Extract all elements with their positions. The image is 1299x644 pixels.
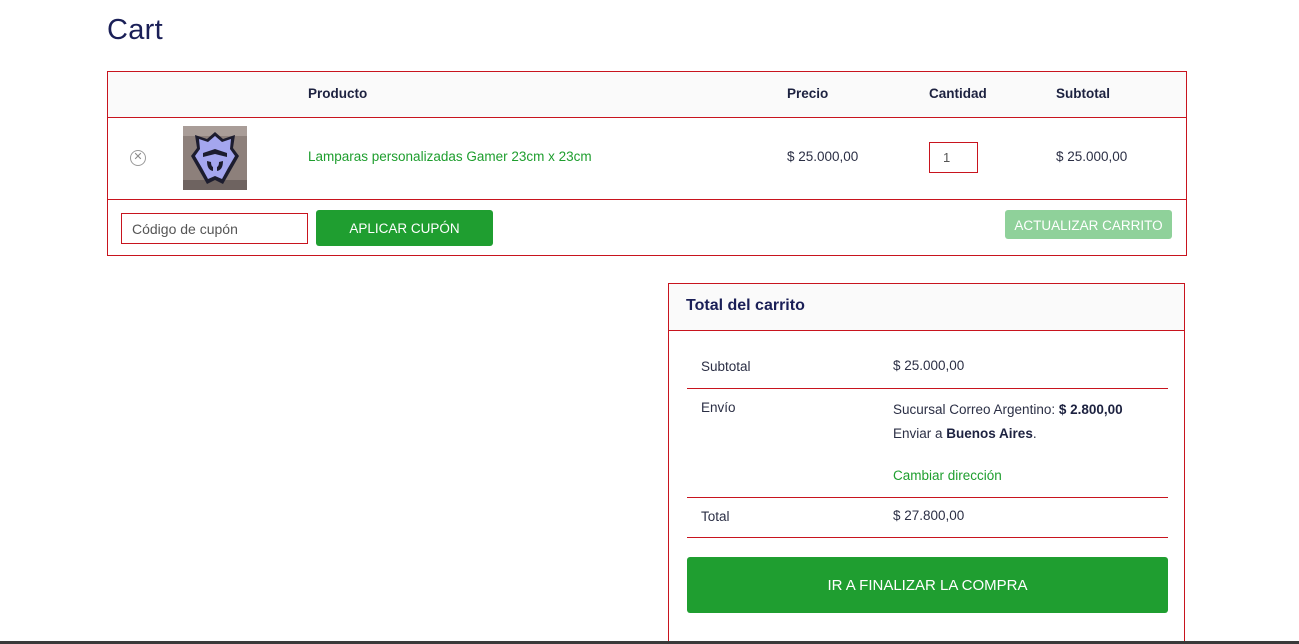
header-product: Producto [308, 86, 368, 101]
product-subtotal: $ 25.000,00 [1056, 149, 1128, 164]
cart-totals-title: Total del carrito [686, 297, 805, 314]
page-title: Cart [107, 14, 163, 46]
shipping-method: Sucursal Correo Argentino: [893, 402, 1056, 417]
apply-coupon-button[interactable]: APLICAR CUPÓN [316, 210, 493, 246]
cart-actions: APLICAR CUPÓN ACTUALIZAR CARRITO [108, 200, 1186, 255]
ship-to-place: Buenos Aires [946, 426, 1033, 441]
quantity-input[interactable] [929, 142, 978, 173]
cart-totals: Total del carrito Subtotal $ 25.000,00 E… [668, 283, 1185, 644]
subtotal-value: $ 25.000,00 [893, 358, 965, 373]
header-subtotal: Subtotal [1056, 86, 1110, 101]
totals-subtotal-row: Subtotal $ 25.000,00 [687, 347, 1168, 389]
total-value: $ 27.800,00 [893, 508, 965, 523]
close-circle-icon[interactable]: ✕ [130, 150, 146, 166]
totals-shipping-row: Envío Sucursal Correo Argentino: $ 2.800… [687, 389, 1168, 498]
total-label: Total [701, 509, 730, 524]
ship-to-suffix: . [1032, 426, 1037, 441]
product-thumbnail[interactable] [183, 126, 247, 190]
cart-item-row: ✕ Lamparas personalizadas Gamer 23cm x 2… [108, 118, 1186, 200]
product-name-link[interactable]: Lamparas personalizadas Gamer 23cm x 23c… [308, 149, 592, 164]
g2-logo-icon [183, 126, 247, 190]
change-address-link[interactable]: Cambiar dirección [893, 468, 1002, 483]
shipping-details: Sucursal Correo Argentino: $ 2.800,00 En… [893, 398, 1123, 488]
cart-table-header: Producto Precio Cantidad Subtotal [108, 72, 1186, 118]
proceed-to-checkout-button[interactable]: IR A FINALIZAR LA COMPRA [687, 557, 1168, 613]
subtotal-label: Subtotal [701, 359, 751, 374]
shipping-cost: $ 2.800,00 [1058, 402, 1123, 417]
cart-totals-header: Total del carrito [669, 284, 1184, 331]
cart-table: Producto Precio Cantidad Subtotal ✕ Lamp… [107, 71, 1187, 256]
shipping-label: Envío [701, 400, 736, 415]
ship-to-prefix: Enviar a [893, 426, 943, 441]
header-quantity: Cantidad [929, 86, 987, 101]
update-cart-button[interactable]: ACTUALIZAR CARRITO [1005, 210, 1172, 239]
totals-total-row: Total $ 27.800,00 [687, 498, 1168, 538]
product-price: $ 25.000,00 [787, 149, 859, 164]
coupon-input[interactable] [121, 213, 308, 244]
header-price: Precio [787, 86, 829, 101]
